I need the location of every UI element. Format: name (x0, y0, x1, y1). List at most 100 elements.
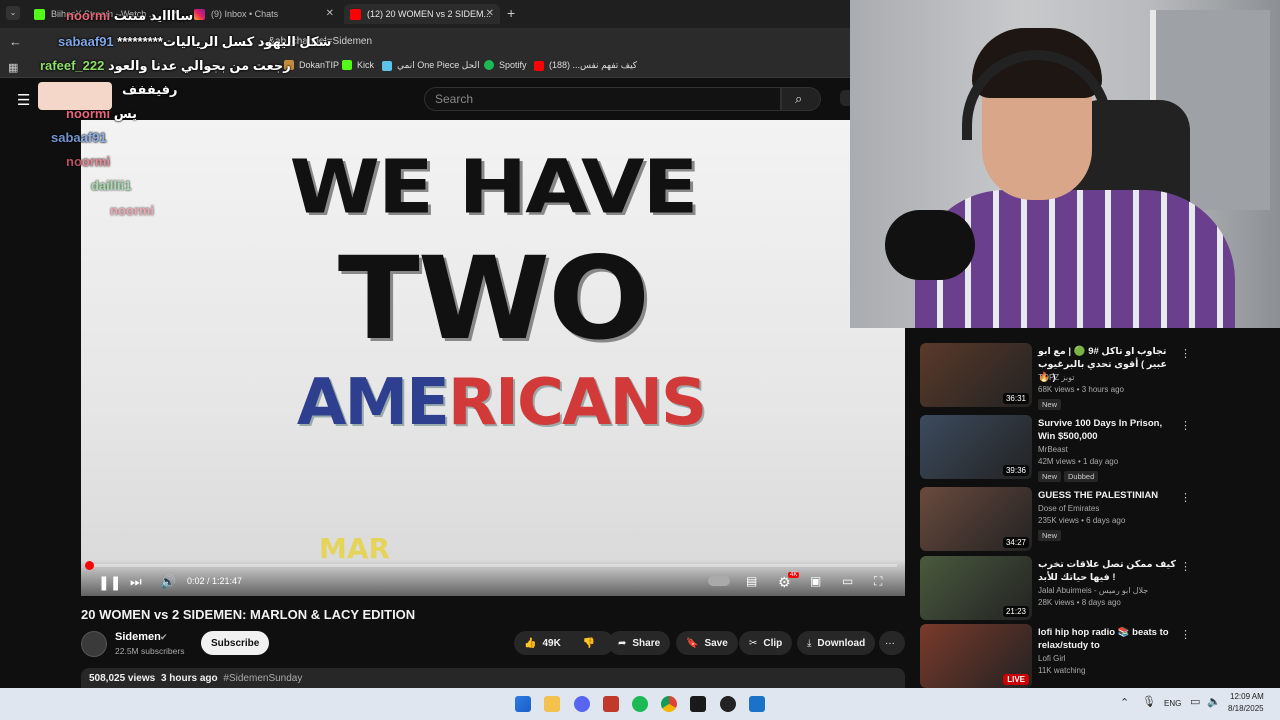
bookmark-spotify[interactable]: Spotify (484, 60, 527, 70)
app-icon[interactable] (603, 696, 619, 712)
file-explorer-icon[interactable] (544, 696, 560, 712)
progress-bar[interactable] (89, 564, 897, 567)
recommendation-item[interactable]: LIVE lofi hip hop radio 📚 beats to relax/… (920, 624, 1270, 688)
kick-icon (34, 8, 45, 20)
recommendation-meta: 11K watching (1038, 666, 1086, 675)
save-button[interactable]: 🔖 Save (676, 631, 738, 655)
recommendation-title[interactable]: Survive 100 Days In Prison, Win $500,000 (1038, 417, 1176, 443)
bookmark-dokantip[interactable]: DokanTIP (284, 60, 339, 70)
recommendation-channel[interactable]: MrBeast (1038, 445, 1068, 454)
chat-username: noormi (66, 154, 111, 169)
bookmark-kick[interactable]: Kick (342, 60, 374, 70)
recommendation-title[interactable]: lofi hip hop radio 📚 beats to relax/stud… (1038, 626, 1176, 652)
video-thumbnail[interactable]: 39:36 (920, 415, 1032, 479)
display-icon[interactable]: ▭ (1190, 695, 1200, 708)
share-button[interactable]: ➦ Share (608, 631, 671, 655)
recommendation-item[interactable]: 21:23 كيف ممكن تصل علاقات تخرب فيها حياتك… (920, 556, 1270, 620)
chat-message: noormi ساااايد منتت (66, 8, 193, 24)
obs-icon[interactable] (720, 696, 736, 712)
youtube-icon (534, 60, 544, 71)
download-button[interactable]: ⤓ Download (797, 631, 876, 655)
recommendation-channel[interactable]: Lofi Girl (1038, 654, 1066, 663)
language-indicator[interactable]: ENG (1164, 699, 1181, 708)
scrubber-handle[interactable] (85, 561, 94, 570)
video-player[interactable]: WE HAVE TWO AMERICANS MAR (81, 120, 905, 596)
like-button[interactable]: 👍 49K 👎 (514, 631, 614, 655)
recommendation-badge: New (1038, 399, 1062, 410)
spotify-icon (484, 60, 494, 70)
more-actions-button[interactable]: ··· (879, 631, 905, 655)
subtitles-icon[interactable]: ▤ (746, 574, 757, 588)
duration-badge: 39:36 (1002, 465, 1029, 476)
next-icon[interactable]: ⏭ (130, 574, 142, 590)
more-options-icon[interactable]: ⋮ (1180, 347, 1191, 360)
recommendation-item[interactable]: 34:27 GUESS THE PALESTINIAN Dose of Emirat… (920, 487, 1270, 551)
video-thumbnail[interactable]: 34:27 (920, 487, 1032, 551)
tab-youtube-video[interactable]: (12) 20 WOMEN vs 2 SIDEM... ✕ (344, 4, 500, 24)
search-button[interactable]: ⌕ (781, 87, 821, 111)
microphone (885, 210, 975, 280)
theater-mode-icon[interactable]: ▭ (842, 574, 853, 588)
edge-icon[interactable] (749, 696, 765, 712)
recommendation-channel[interactable]: TOPZ توبز (1038, 373, 1074, 382)
channel-name[interactable]: Sidemen (115, 631, 161, 643)
pause-icon[interactable]: ❚❚ (98, 574, 121, 591)
recommendation-title[interactable]: GUESS THE PALESTINIAN (1038, 489, 1176, 502)
more-options-icon[interactable]: ⋮ (1180, 419, 1191, 432)
kick-icon[interactable] (690, 696, 706, 712)
chrome-icon[interactable] (661, 696, 677, 712)
hashtag-link[interactable]: #SidemenSunday (223, 673, 302, 684)
apps-grid-icon[interactable]: ▦ (8, 61, 18, 74)
miniplayer-icon[interactable]: ▣ (810, 574, 821, 588)
system-tray-chevron-icon[interactable]: ⌃ (1120, 696, 1129, 709)
tab-instagram-inbox[interactable]: (9) Inbox • Chats ✕ (188, 4, 340, 24)
hamburger-menu-icon[interactable]: ☰ (17, 91, 30, 109)
chat-text: رفيففف (122, 82, 178, 97)
windows-start-icon[interactable] (515, 696, 531, 712)
chat-message: noormi (110, 203, 154, 218)
new-tab-button[interactable]: + (507, 5, 515, 21)
close-icon[interactable]: ✕ (326, 8, 334, 19)
bookmark-youtube-video[interactable]: كيف تفهم نفس... (188) (534, 60, 637, 71)
fullscreen-icon[interactable]: ⛶ (874, 574, 882, 589)
recommendation-badge: New (1038, 530, 1062, 541)
kick-icon (342, 60, 352, 70)
description-box[interactable]: 508,025 views 3 hours ago #SidemenSunday (81, 668, 905, 688)
tab-menu-icon[interactable]: ⌄ (6, 6, 20, 20)
download-icon: ⤓ (807, 637, 812, 649)
spotify-icon[interactable] (632, 696, 648, 712)
autoplay-toggle[interactable] (708, 576, 730, 586)
more-options-icon[interactable]: ⋮ (1180, 491, 1191, 504)
clock-time[interactable]: 12:09 AM (1230, 692, 1264, 701)
channel-avatar[interactable] (81, 631, 107, 657)
volume-icon[interactable]: 🔈 (1207, 695, 1221, 708)
clip-button[interactable]: ✂ Clip (739, 631, 793, 655)
recommendation-channel[interactable]: Dose of Emirates (1038, 504, 1099, 513)
duration-badge: 21:23 (1002, 606, 1029, 617)
mic-icon[interactable] (840, 90, 850, 106)
search-input[interactable]: Search (424, 87, 781, 111)
clock-date[interactable]: 8/18/2025 (1228, 704, 1264, 713)
recommendation-item[interactable]: 36:31 تجاوب او تاكل #9 🟢 | مع ابو عبير ) … (920, 343, 1270, 410)
video-thumbnail[interactable]: 21:23 (920, 556, 1032, 620)
bookmark-icon (382, 60, 392, 71)
thumbs-down-icon[interactable]: 👎 (583, 638, 595, 649)
video-frame-text: WE HAVE (289, 144, 698, 231)
discord-icon[interactable] (574, 696, 590, 712)
mic-icon[interactable]: 🎙 (1142, 695, 1156, 708)
view-count: 508,025 views (89, 673, 156, 684)
video-thumbnail[interactable]: 36:31 (920, 343, 1032, 407)
recommendation-item[interactable]: 39:36 Survive 100 Days In Prison, Win $50… (920, 415, 1270, 482)
bookmark-one-piece[interactable]: انمي One Piece الحل (382, 60, 480, 71)
like-count: 49K (542, 637, 561, 649)
chat-emote-icon (38, 82, 112, 110)
more-options-icon[interactable]: ⋮ (1180, 628, 1191, 641)
volume-icon[interactable]: 🔊 (160, 574, 176, 590)
video-thumbnail[interactable]: LIVE (920, 624, 1032, 688)
more-options-icon[interactable]: ⋮ (1180, 560, 1191, 573)
subscribe-button[interactable]: Subscribe (201, 631, 270, 655)
back-icon[interactable]: ← (9, 34, 22, 49)
recommendation-channel[interactable]: Jalal Abuirmeis - جلال ابو رميس (1038, 586, 1148, 595)
recommendation-title[interactable]: كيف ممكن تصل علاقات تخرب فيها حياتك للأب… (1038, 558, 1176, 584)
close-icon[interactable]: ✕ (486, 8, 494, 19)
